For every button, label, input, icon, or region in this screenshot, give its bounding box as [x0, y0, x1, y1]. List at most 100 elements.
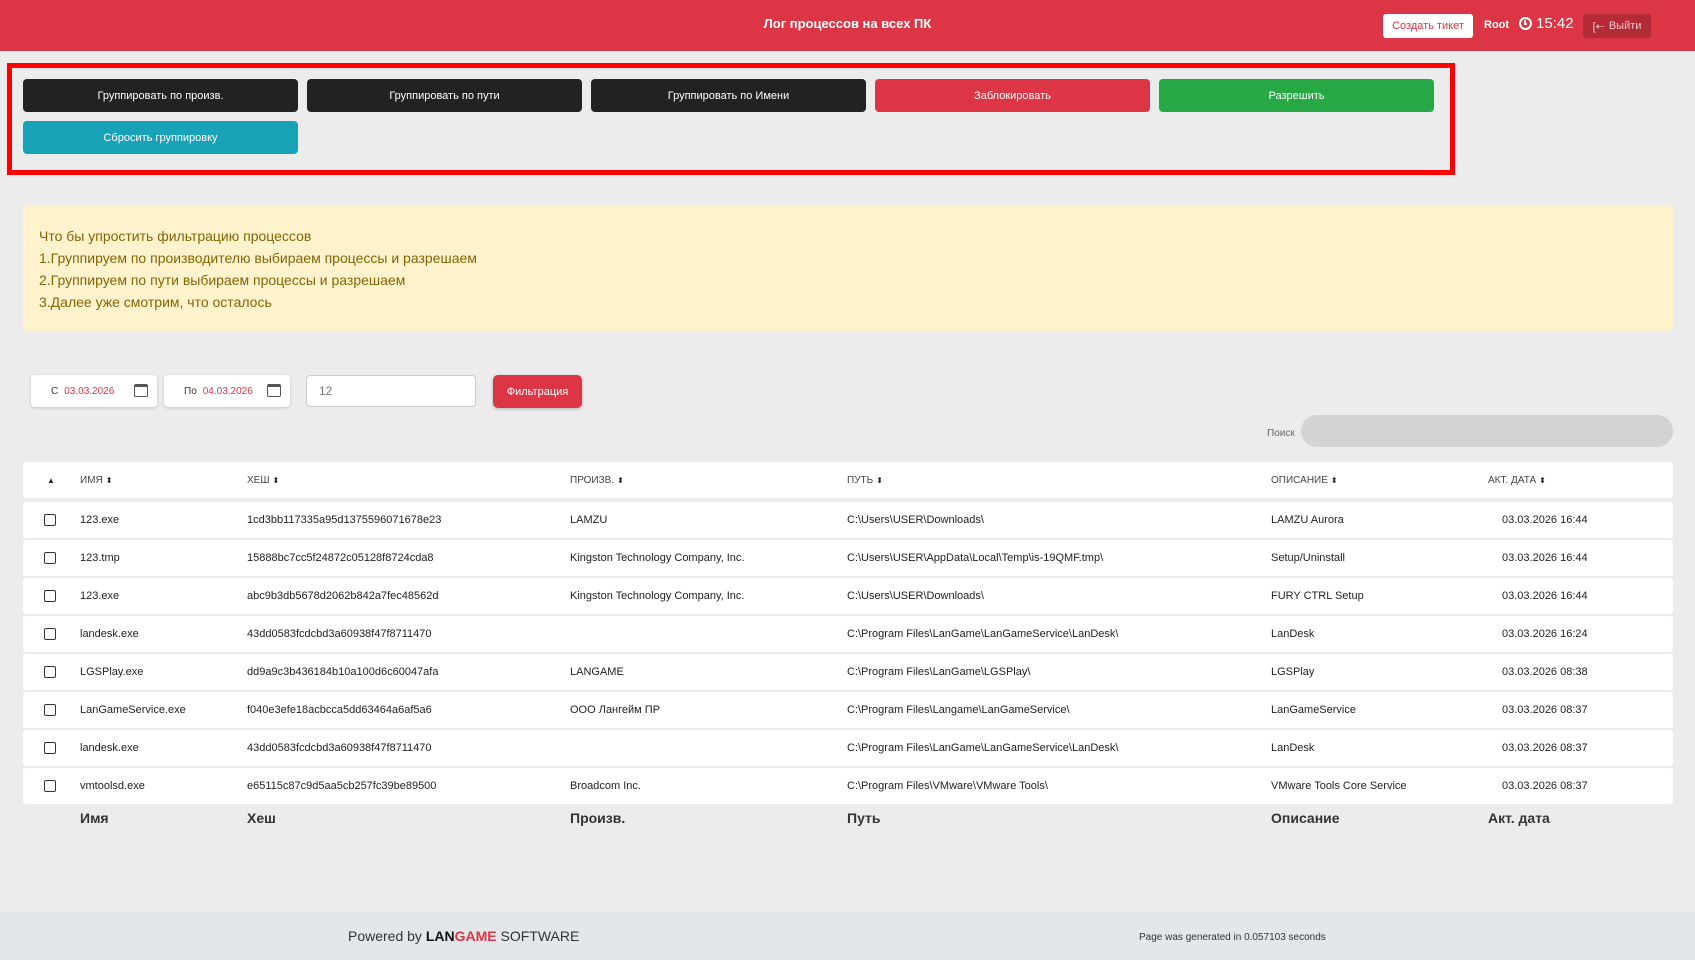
table-row[interactable]: vmtoolsd.exe e65115c87c9d5aa5cb257fc39be… — [23, 768, 1673, 804]
filter-button[interactable]: Фильтрация — [493, 375, 582, 408]
sort-icon: ⬍ — [105, 475, 113, 485]
header-label: Путь — [847, 474, 874, 486]
search-input[interactable] — [1301, 415, 1673, 447]
reset-grouping-button[interactable]: Сбросить группировку — [23, 121, 298, 154]
calendar-icon[interactable] — [134, 384, 148, 397]
date-from-field[interactable]: С 03.03.2026 — [31, 375, 157, 407]
cell-date: 03.03.2026 16:44 — [1502, 590, 1588, 602]
cell-hash: 1cd3bb117335a95d1375596071678e23 — [247, 514, 442, 526]
row-checkbox[interactable] — [44, 742, 56, 754]
group-by-name-button[interactable]: Группировать по Имени — [591, 79, 866, 112]
table-row[interactable]: landesk.exe 43dd0583fcdcbd3a60938f47f871… — [23, 730, 1673, 766]
cell-description: FURY CTRL Setup — [1271, 590, 1364, 602]
sort-icon: ⬍ — [876, 475, 883, 485]
footer-description: Описание — [1271, 810, 1340, 826]
group-by-path-button[interactable]: Группировать по пути — [307, 79, 582, 112]
table-row[interactable]: 123.tmp 15888bc7cc5f24872c05128f8724cda8… — [23, 540, 1673, 576]
cell-name: 123.exe — [80, 590, 120, 602]
cell-description: LanDesk — [1271, 742, 1315, 754]
cell-path: C:\Program Files\LanGame\LanGameService\… — [847, 628, 1119, 640]
table-row[interactable]: LGSPlay.exe dd9a9c3b436184b10a100d6c6004… — [23, 654, 1673, 690]
cell-hash: e65115c87c9d5aa5cb257fc39be89500 — [247, 780, 437, 792]
block-button[interactable]: Заблокировать — [875, 79, 1150, 112]
footer-date: Акт. дата — [1488, 810, 1550, 826]
header-label: Описание — [1271, 474, 1328, 486]
table-row[interactable]: 123.exe 1cd3bb117335a95d1375596071678e23… — [23, 502, 1673, 538]
cell-hash: f040e3efe18acbcca5dd63464a6af5a6 — [247, 704, 432, 716]
cell-vendor: Broadcom Inc. — [570, 780, 641, 792]
count-input[interactable] — [306, 375, 476, 407]
cell-description: LGSPlay — [1271, 666, 1315, 678]
cell-name: LanGameService.exe — [80, 704, 186, 716]
cell-vendor: LAMZU — [570, 514, 608, 526]
generation-time: Page was generated in 0.057103 seconds — [1139, 932, 1326, 943]
column-header-path[interactable]: Путь ⬍ — [847, 462, 883, 498]
row-checkbox[interactable] — [44, 552, 56, 564]
column-header-vendor[interactable]: Произв. ⬍ — [570, 462, 624, 498]
group-by-vendor-button[interactable]: Группировать по произв. — [23, 79, 298, 112]
cell-path: C:\Users\USER\Downloads\ — [847, 514, 984, 526]
top-navbar: Лог процессов на всех ПК Создать тикет R… — [0, 0, 1695, 51]
user-name[interactable]: Root — [1484, 19, 1509, 31]
cell-hash: abc9b3db5678d2062b842a7fec48562d — [247, 590, 439, 602]
sort-up-icon: ▲ — [47, 475, 55, 485]
footer-hash: Хеш — [247, 810, 276, 826]
search-label: Поиск — [1267, 428, 1295, 439]
logout-button[interactable]: [⇠ Выйти — [1583, 14, 1651, 38]
cell-hash: 43dd0583fcdcbd3a60938f47f8711470 — [247, 628, 432, 640]
info-alert: Что бы упростить фильтрацию процессов 1.… — [23, 205, 1673, 331]
clock-icon — [1519, 17, 1532, 30]
cell-name: landesk.exe — [80, 742, 139, 754]
column-header-description[interactable]: Описание ⬍ — [1271, 462, 1338, 498]
row-checkbox[interactable] — [44, 780, 56, 792]
info-line: 3.Далее уже смотрим, что осталось — [39, 294, 272, 310]
cell-path: C:\Program Files\VMware\VMware Tools\ — [847, 780, 1048, 792]
cell-path: C:\Program Files\Langame\LanGameService\ — [847, 704, 1070, 716]
cell-vendor: Kingston Technology Company, Inc. — [570, 552, 745, 564]
row-checkbox[interactable] — [44, 590, 56, 602]
footer-vendor: Произв. — [570, 810, 626, 826]
cell-date: 03.03.2026 16:24 — [1502, 628, 1588, 640]
cell-path: C:\Program Files\LanGame\LGSPlay\ — [847, 666, 1031, 678]
table-row[interactable]: landesk.exe 43dd0583fcdcbd3a60938f47f871… — [23, 616, 1673, 652]
row-checkbox[interactable] — [44, 704, 56, 716]
cell-date: 03.03.2026 08:37 — [1502, 742, 1588, 754]
sort-icon: ⬍ — [272, 475, 280, 485]
sort-icon: ⬍ — [1330, 475, 1338, 485]
powered-by-label: Powered by — [348, 928, 422, 944]
cell-vendor: ООО Лангейм ПР — [570, 704, 661, 716]
row-checkbox[interactable] — [44, 514, 56, 526]
header-label: Хеш — [247, 474, 270, 486]
create-ticket-button[interactable]: Создать тикет — [1383, 14, 1473, 38]
sort-icon: ⬍ — [617, 475, 624, 485]
table-header: ▲ Имя ⬍ Хеш ⬍ Произв. ⬍ Путь ⬍ Описание ⬍ Акт… — [23, 462, 1673, 498]
cell-vendor: LANGAME — [570, 666, 624, 678]
column-header-name[interactable]: Имя ⬍ — [80, 462, 112, 498]
date-from-label: С — [51, 385, 59, 397]
cell-date: 03.03.2026 08:38 — [1502, 666, 1588, 678]
cell-path: C:\Users\USER\AppData\Local\Temp\is-19QM… — [847, 552, 1104, 564]
row-checkbox[interactable] — [44, 666, 56, 678]
table-row[interactable]: 123.exe abc9b3db5678d2062b842a7fec48562d… — [23, 578, 1673, 614]
header-label: Акт. дата — [1488, 474, 1537, 486]
allow-button[interactable]: Разрешить — [1159, 79, 1434, 112]
calendar-icon[interactable] — [267, 384, 281, 397]
column-header-date[interactable]: Акт. дата ⬍ — [1488, 462, 1546, 498]
info-line: 1.Группируем по производителю выбираем п… — [39, 250, 477, 266]
column-header-hash[interactable]: Хеш ⬍ — [247, 462, 279, 498]
row-checkbox[interactable] — [44, 628, 56, 640]
clock: 15:42 — [1519, 15, 1574, 32]
footer-name: Имя — [80, 810, 109, 826]
date-to-field[interactable]: По 04.03.2026 — [164, 375, 290, 407]
table-row[interactable]: LanGameService.exe f040e3efe18acbcca5dd6… — [23, 692, 1673, 728]
logout-label: Выйти — [1608, 20, 1642, 32]
page-footer: Powered by LANGAME SOFTWARE Page was gen… — [0, 912, 1695, 960]
date-to-label: По — [184, 385, 197, 397]
brand-logo-lan: LAN — [425, 928, 455, 944]
sort-icon: ⬍ — [1539, 475, 1546, 485]
cell-hash: dd9a9c3b436184b10a100d6c60047afa — [247, 666, 439, 678]
select-all-sort[interactable]: ▲ — [44, 462, 55, 498]
logout-icon: [⇠ — [1592, 20, 1605, 33]
cell-hash: 43dd0583fcdcbd3a60938f47f8711470 — [247, 742, 432, 754]
header-label: Имя — [80, 474, 103, 486]
